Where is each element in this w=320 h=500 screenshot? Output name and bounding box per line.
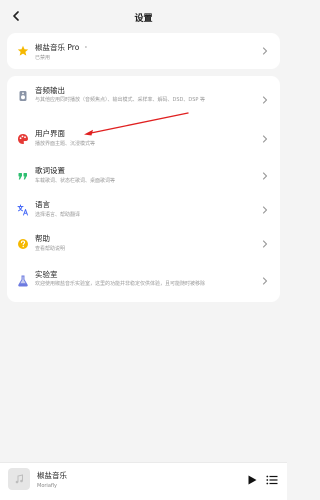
now-playing-bar[interactable] [0,462,287,500]
settings-item-title: 帮助 [35,234,50,243]
settings-item-subtitle: 播放界面主题、沉浸模式等 [35,141,96,147]
play-icon[interactable] [246,474,258,486]
pro-title: 椒盐音乐 Pro · [35,42,87,53]
chevron-right-icon [262,135,268,143]
chevron-right-icon [262,206,268,214]
settings-item-lab[interactable]: 实验室 欢迎使用椒盐音乐实验室，这里的功能并非稳定仅供体验，且可能随时被移除 [7,261,280,302]
back-button[interactable] [8,8,24,24]
settings-card: 音频输出 与其他应用同时播放（音频焦点）、输出模式、采样率、解码、DSD、DSP… [7,76,280,302]
settings-item-language[interactable]: 语言 选择语言、帮助翻译 [7,193,280,227]
header: 设置 [0,0,287,34]
pro-card[interactable]: 椒盐音乐 Pro · 已禁用 [7,33,280,69]
chevron-right-icon [262,240,268,248]
now-playing-artist: Moriafly [37,483,57,489]
now-playing-title: 椒盐音乐 [37,471,67,480]
settings-item-audio-output[interactable]: 音频输出 与其他应用同时播放（音频焦点）、输出模式、采样率、解码、DSD、DSP… [7,76,280,116]
settings-item-title: 语言 [35,200,50,209]
quote-icon [17,170,29,182]
settings-item-subtitle: 与其他应用同时播放（音频焦点）、输出模式、采样率、解码、DSD、DSP 等 [35,97,206,103]
chevron-right-icon [262,172,268,180]
settings-item-title: 歌词设置 [35,166,65,175]
settings-item-subtitle: 车载歌词、状态栏歌词、桌面歌词等 [35,178,116,184]
settings-item-title: 音频输出 [35,86,65,95]
pro-dot: · [84,43,88,52]
queue-icon[interactable] [266,475,278,485]
chevron-right-icon [262,96,268,104]
settings-item-subtitle: 选择语言、帮助翻译 [35,212,81,218]
settings-item-subtitle: 欢迎使用椒盐音乐实验室，这里的功能并非稳定仅供体验，且可能随时被移除 [35,281,206,287]
settings-item-lyrics[interactable]: 歌词设置 车载歌词、状态栏歌词、桌面歌词等 [7,159,280,193]
music-note-icon [15,474,23,484]
translate-icon [17,204,29,216]
album-cover[interactable] [8,468,30,490]
settings-item-title: 实验室 [35,270,58,279]
help-icon [17,238,29,250]
chevron-right-icon [262,47,268,55]
chevron-left-icon [13,11,19,21]
settings-item-help[interactable]: 帮助 查看帮助说明 [7,227,280,261]
settings-item-subtitle: 查看帮助说明 [35,246,66,252]
pro-subtitle: 已禁用 [35,55,51,61]
chevron-right-icon [262,277,268,285]
palette-icon [17,133,29,145]
page-title: 设置 [134,13,153,24]
flask-icon [17,275,29,287]
pro-title-text: 椒盐音乐 Pro [35,43,80,52]
star-icon [17,45,29,57]
settings-item-user-interface[interactable]: 用户界面 播放界面主题、沉浸模式等 [7,121,280,157]
speaker-icon [17,90,29,102]
settings-item-title: 用户界面 [35,129,65,138]
